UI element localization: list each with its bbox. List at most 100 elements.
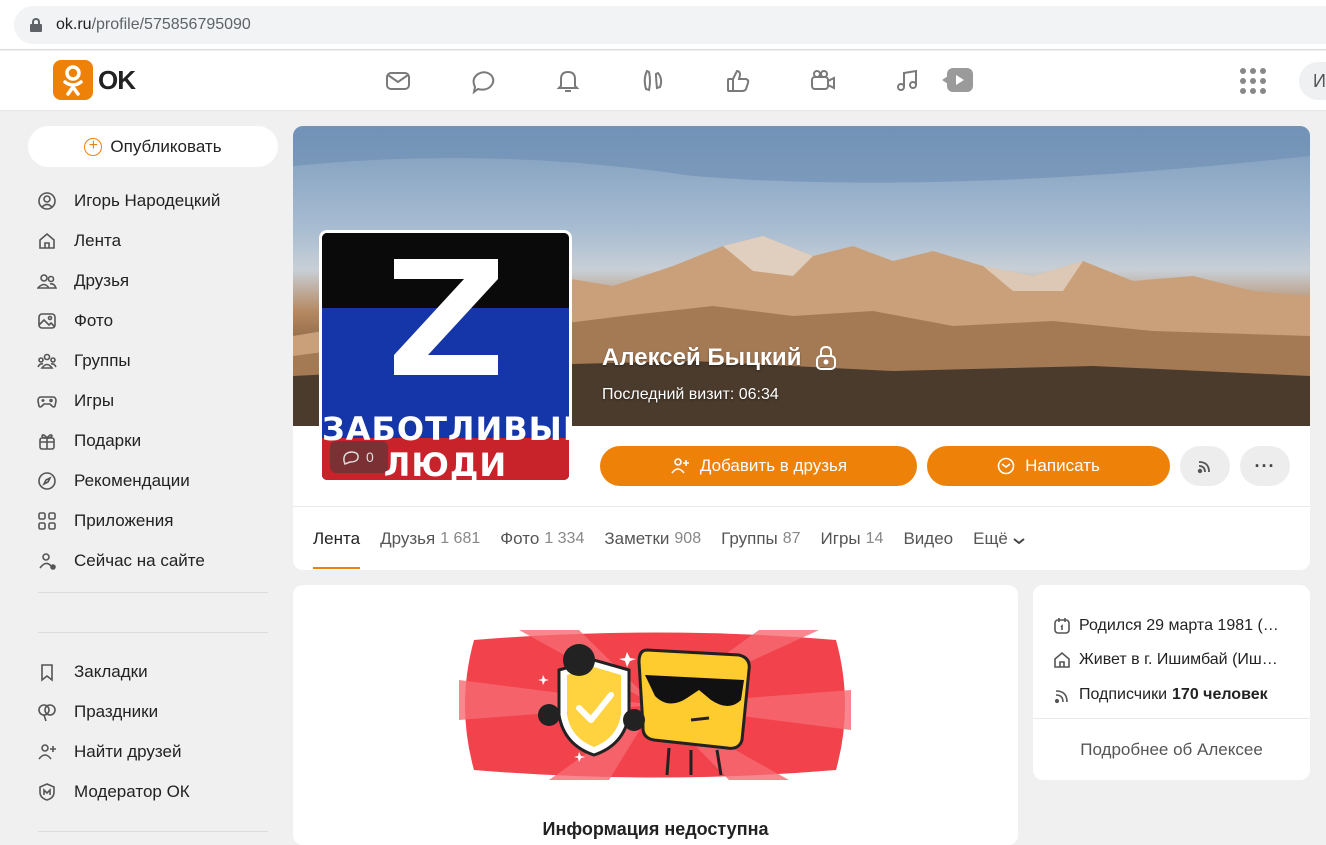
sidebar-item-label: Рекомендации — [74, 471, 190, 490]
url-text[interactable]: ok.ru/profile/575856795090 — [56, 16, 251, 34]
sidebar-item-profile[interactable]: Игорь Народецкий — [28, 181, 278, 221]
tab-groups[interactable]: Группы 87 — [721, 507, 800, 570]
gamepad-icon — [36, 390, 58, 412]
ok-logo[interactable]: OK — [53, 60, 136, 100]
profile-name: Алексей Быцкий — [602, 344, 837, 372]
music-icon[interactable] — [888, 63, 928, 99]
like-icon[interactable] — [718, 63, 758, 99]
sidebar-item-recommendations[interactable]: Рекомендации — [28, 461, 278, 501]
profile-tabs: Лента Друзья 1 681 Фото 1 334 Заметки 908 Г… — [293, 506, 1310, 570]
tab-video[interactable]: Видео — [903, 507, 953, 570]
sidebar-item-games[interactable]: Игры — [28, 381, 278, 421]
sidebar-item-apps[interactable]: Приложения — [28, 501, 278, 541]
apps-grid-icon[interactable] — [1240, 68, 1266, 94]
lock-icon[interactable] — [30, 18, 42, 32]
profile-avatar[interactable]: ЗАБОТЛИВЫЕ ЛЮДИ 0 — [319, 230, 572, 483]
sidebar-item-photo[interactable]: Фото — [28, 301, 278, 341]
subscribers-row[interactable]: Подписчики 170 человек — [1053, 686, 1293, 704]
sidebar-divider — [38, 831, 268, 832]
tab-friends[interactable]: Друзья 1 681 — [380, 507, 480, 570]
info-unavailable-title: Информация недоступна — [542, 819, 769, 839]
sidebar-item-gifts[interactable]: Подарки — [28, 421, 278, 461]
tab-feed[interactable]: Лента — [313, 507, 361, 570]
bell-icon[interactable] — [548, 63, 588, 99]
rss-icon — [1054, 690, 1068, 704]
logo-text: OK — [98, 64, 136, 95]
sidebar-menu: Игорь Народецкий Лента Друзья Фото Групп… — [28, 181, 278, 581]
info-unavailable-card: Информация недоступна — [293, 585, 1018, 845]
friends-icon — [36, 270, 58, 292]
z-symbol — [394, 259, 498, 375]
sidebar-item-find-friends[interactable]: Найти друзей — [28, 732, 278, 772]
browser-url-bar: ok.ru/profile/575856795090 — [0, 0, 1326, 50]
sidebar-item-label: Сейчас на сайте — [74, 551, 205, 570]
left-sidebar: + Опубликовать Игорь Народецкий Лента Др… — [28, 126, 278, 832]
video-play-icon[interactable] — [940, 67, 974, 93]
sidebar-item-feed[interactable]: Лента — [28, 221, 278, 261]
compass-icon — [36, 470, 58, 492]
photo-icon — [36, 310, 58, 332]
chat-icon[interactable] — [463, 63, 503, 99]
sidebar-item-label: Найти друзей — [74, 742, 182, 761]
ellipsis-icon: ··· — [1254, 455, 1276, 476]
mail-icon — [997, 457, 1015, 475]
video-camera-icon[interactable] — [803, 63, 843, 99]
sidebar-item-holidays[interactable]: Праздники — [28, 692, 278, 732]
subscribe-button[interactable] — [1180, 446, 1230, 486]
ok-logo-icon — [53, 60, 93, 100]
add-friend-button[interactable]: Добавить в друзья — [600, 446, 917, 486]
address-bar[interactable]: ok.ru/profile/575856795090 — [14, 6, 1326, 44]
sidebar-item-label: Друзья — [74, 271, 130, 290]
sidebar-item-label: Фото — [74, 311, 114, 330]
sidebar-item-label: Группы — [74, 351, 131, 370]
sidebar-item-label: Подарки — [74, 431, 142, 450]
tab-games[interactable]: Игры 14 — [821, 507, 884, 570]
home-icon — [1054, 651, 1070, 668]
tab-more[interactable]: Ещё — [973, 507, 1026, 570]
sidebar-item-label: Лента — [74, 231, 122, 250]
sidebar-item-label: Игры — [74, 391, 115, 410]
sidebar-item-online[interactable]: Сейчас на сайте — [28, 541, 278, 581]
sidebar-item-label: Праздники — [74, 702, 159, 721]
sidebar-item-label: Игорь Народецкий — [74, 191, 221, 210]
tab-notes[interactable]: Заметки 908 — [604, 507, 701, 570]
calendar-icon — [1054, 618, 1070, 634]
last-visit: Последний визит: 06:34 — [602, 386, 779, 403]
publish-label: Опубликовать — [110, 136, 222, 156]
balloons-icon — [36, 701, 58, 723]
search-input[interactable]: И — [1299, 62, 1326, 100]
tab-photo[interactable]: Фото 1 334 — [500, 507, 584, 570]
sidebar-item-label: Закладки — [74, 662, 148, 681]
groups-icon — [36, 350, 58, 372]
rss-icon — [1197, 461, 1210, 474]
residence-row: Живет в г. Ишимбай (Иш… — [1053, 651, 1293, 669]
birthdate-row: Родился 29 марта 1981 (… — [1053, 617, 1293, 635]
publish-button[interactable]: + Опубликовать — [28, 126, 278, 167]
online-user-icon — [36, 550, 58, 572]
sidebar-item-bookmarks[interactable]: Закладки — [28, 652, 278, 692]
about-card: Родился 29 марта 1981 (… Живет в г. Ишим… — [1033, 585, 1310, 780]
sidebar-item-groups[interactable]: Группы — [28, 341, 278, 381]
more-options-button[interactable]: ··· — [1240, 446, 1290, 486]
more-about-link[interactable]: Подробнее об Алексее — [1033, 718, 1310, 780]
plus-circle-icon: + — [84, 137, 103, 156]
sidebar-divider — [38, 632, 268, 633]
comment-icon — [342, 449, 360, 465]
chevron-down-icon — [1013, 538, 1025, 545]
moderator-icon — [36, 781, 58, 803]
avatar-comments-badge[interactable]: 0 — [330, 441, 388, 473]
apps-icon — [36, 510, 58, 532]
sidebar-item-label: Приложения — [74, 511, 174, 530]
sidebar-item-moderator[interactable]: Модератор ОК — [28, 772, 278, 812]
guests-icon[interactable] — [633, 63, 673, 99]
sidebar-divider — [38, 592, 268, 593]
sidebar-item-label: Модератор ОК — [74, 782, 190, 801]
private-lock-icon — [815, 345, 837, 371]
sidebar-item-friends[interactable]: Друзья — [28, 261, 278, 301]
sidebar-menu-secondary: Закладки Праздники Найти друзей Модерато… — [28, 652, 278, 812]
write-message-button[interactable]: Написать — [927, 446, 1170, 486]
home-icon — [36, 230, 58, 252]
top-navigation: OK И — [0, 51, 1326, 111]
add-user-icon — [671, 458, 689, 474]
mail-icon[interactable] — [378, 63, 418, 99]
